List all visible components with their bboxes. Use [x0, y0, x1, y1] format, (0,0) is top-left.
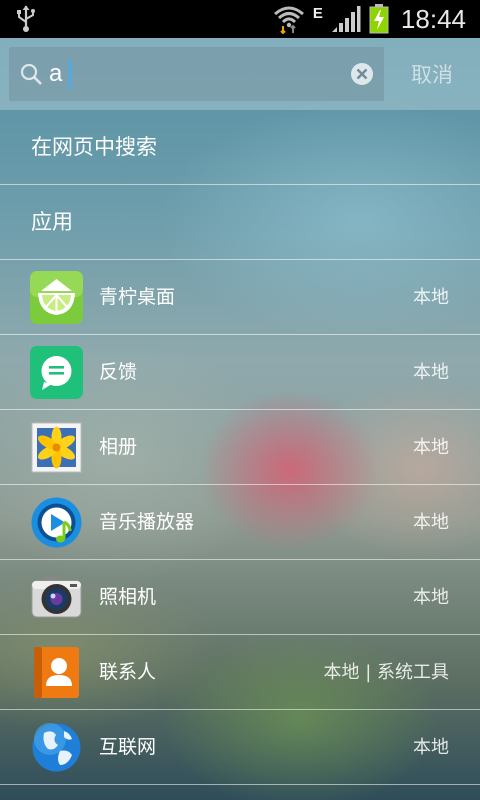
app-name: 互联网: [99, 736, 157, 758]
app-name: 音乐播放器: [99, 511, 195, 533]
search-bar: 取消: [0, 38, 480, 110]
usb-icon: [17, 5, 35, 32]
app-tag: 本地: [413, 587, 449, 608]
app-tag: 本地: [413, 362, 449, 383]
feedback-icon: [30, 346, 83, 399]
app-row-camera[interactable]: 照相机 本地: [0, 560, 480, 635]
cancel-button[interactable]: 取消: [392, 47, 472, 101]
app-row-music-player[interactable]: 音乐播放器 本地: [0, 485, 480, 560]
camera-icon: [31, 577, 82, 618]
signal-strength-icon: [331, 6, 361, 32]
wifi-icon: [273, 6, 304, 34]
text-caret: [69, 60, 71, 90]
gallery-icon: [31, 422, 82, 473]
web-search-label: 在网页中搜索: [31, 135, 157, 159]
music-player-icon: [31, 497, 82, 548]
browser-icon: [32, 723, 81, 772]
app-row-browser[interactable]: 互联网 本地: [0, 710, 480, 785]
battery-charging-icon: [369, 4, 389, 34]
app-name: 联系人: [99, 661, 157, 683]
app-tag: 本地: [413, 512, 449, 533]
lime-launcher-icon: [30, 271, 83, 324]
app-name: 青柠桌面: [99, 286, 176, 308]
app-name: 相册: [99, 436, 138, 458]
contacts-icon: [34, 647, 79, 698]
search-input[interactable]: [49, 55, 339, 93]
network-type-label: E: [312, 4, 323, 22]
search-icon: [20, 63, 42, 85]
app-name: 反馈: [99, 361, 138, 383]
clear-icon[interactable]: [350, 62, 374, 86]
section-title: 应用: [31, 210, 73, 234]
app-tag: 本地: [413, 437, 449, 458]
app-tag: 本地 | 系统工具: [323, 662, 449, 683]
app-name: 照相机: [99, 586, 157, 608]
app-row-lime-launcher[interactable]: 青柠桌面 本地: [0, 260, 480, 335]
app-tag: 本地: [413, 737, 449, 758]
search-box[interactable]: [9, 47, 384, 101]
web-search-row[interactable]: 在网页中搜索: [0, 110, 480, 185]
app-row-gallery[interactable]: 相册 本地: [0, 410, 480, 485]
section-header-apps: 应用: [0, 185, 480, 260]
clock: 18:44: [400, 3, 466, 34]
app-row-feedback[interactable]: 反馈 本地: [0, 335, 480, 410]
status-bar: E 18:44: [0, 0, 480, 38]
app-row-contacts[interactable]: 联系人 本地 | 系统工具: [0, 635, 480, 710]
app-tag: 本地: [413, 287, 449, 308]
